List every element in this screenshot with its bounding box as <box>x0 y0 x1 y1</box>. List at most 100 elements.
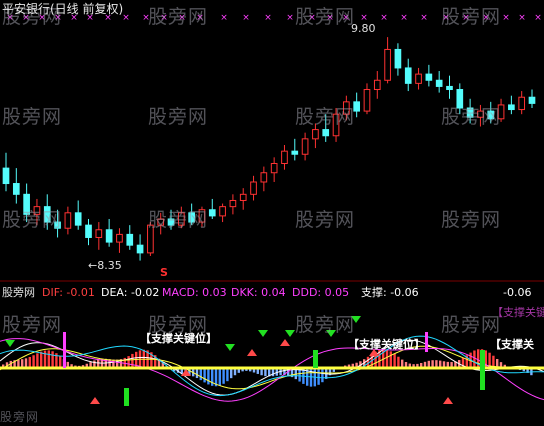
watermark: 股旁网 <box>148 209 209 231</box>
watermark: 股旁网 <box>295 106 356 128</box>
signal-bar <box>124 388 129 406</box>
watermark: 股旁网 <box>441 6 502 28</box>
histogram-bar <box>230 368 233 379</box>
chart-title: 平安银行(日线 前复权) <box>2 2 124 16</box>
candle-body <box>363 89 371 112</box>
candle-body <box>425 73 433 81</box>
support-signal-label: 【支撑关键位】 <box>140 332 217 345</box>
candle-body <box>373 79 381 91</box>
signal-bar <box>313 350 318 368</box>
cross-marker: × <box>242 13 250 23</box>
histogram-bar <box>385 349 389 368</box>
histogram-bar <box>393 353 396 368</box>
histogram-bar <box>51 351 54 368</box>
histogram-bar <box>477 349 480 368</box>
histogram-bar <box>397 356 400 368</box>
watermark: 股旁网 <box>295 209 356 231</box>
support-signal-label: 【支撑关键位】 <box>348 338 425 351</box>
support-label: 支撑: -0.06 <box>361 286 419 299</box>
histogram-bar <box>218 368 221 386</box>
histogram-bar <box>207 368 210 385</box>
watermark: 股旁网 <box>2 209 63 231</box>
candle-body <box>528 96 536 104</box>
candle-body <box>322 129 330 137</box>
candle-body <box>64 212 72 229</box>
watermark: 股旁网 <box>441 106 502 128</box>
histogram-bar <box>203 368 206 383</box>
candle-body <box>239 193 247 201</box>
cross-marker: × <box>220 13 228 23</box>
watermark: 股旁网 <box>441 209 502 231</box>
candle-body <box>136 244 144 254</box>
candle-body <box>508 104 515 111</box>
cross-marker: × <box>420 13 428 23</box>
watermark: 股旁网 <box>295 314 356 336</box>
candle-body <box>518 96 526 111</box>
candle-body <box>435 79 443 87</box>
candle-body <box>281 150 288 164</box>
cross-marker: × <box>518 13 526 23</box>
histogram-bar <box>28 356 31 368</box>
high-price-label: 9.80 <box>351 22 376 35</box>
cross-marker: × <box>502 13 510 23</box>
signal-bar <box>63 332 66 368</box>
support-signal-label-faint: 【支撑关键位 <box>492 306 544 319</box>
histogram-bar <box>47 350 50 368</box>
support-signal-label-partial: 【支撑关 <box>490 338 534 351</box>
low-price-label: ←8.35 <box>88 259 122 272</box>
histogram-bar <box>226 368 229 382</box>
candle-body <box>116 233 123 243</box>
candle-body <box>208 209 216 217</box>
candle-body <box>250 181 257 195</box>
candle-body <box>95 229 103 238</box>
up-arrow-icon <box>280 339 290 346</box>
candle-body <box>219 206 226 217</box>
candle-body <box>85 224 92 238</box>
down-arrow-icon <box>285 330 295 337</box>
signal-bar <box>480 350 485 390</box>
cross-marker: × <box>534 13 542 23</box>
dif-label: DIF: -0.01 <box>42 286 95 299</box>
candle-body <box>446 85 453 91</box>
histogram-bar <box>321 368 324 383</box>
candle-body <box>291 150 299 155</box>
candle-body <box>74 212 82 226</box>
candle-body <box>394 48 402 69</box>
up-arrow-icon <box>443 397 453 404</box>
candle-body <box>301 138 309 155</box>
watermark: 股旁网 <box>2 314 63 336</box>
candle-body <box>384 48 391 81</box>
histogram-bar <box>389 351 392 368</box>
signal-bar <box>425 332 428 352</box>
watermark: 股旁网 <box>148 6 209 28</box>
indicator-name: 股旁网 <box>2 286 35 299</box>
candle-body <box>312 129 319 140</box>
dea-label: DEA: -0.02 <box>101 286 160 299</box>
histogram-bar <box>131 353 134 368</box>
candle-body <box>415 73 422 84</box>
candle-body <box>2 167 10 185</box>
ddd-label: DDD: 0.05 <box>292 286 350 299</box>
histogram-bar <box>59 355 62 368</box>
down-arrow-icon <box>258 330 268 337</box>
candle-body <box>12 183 20 195</box>
cross-marker: × <box>122 13 130 23</box>
candle-body <box>105 229 113 243</box>
dkk-label: DKK: 0.04 <box>231 286 286 299</box>
watermark: 股旁网 <box>2 106 63 128</box>
up-arrow-icon <box>90 397 100 404</box>
histogram-bar <box>36 353 39 368</box>
cross-marker: × <box>380 13 388 23</box>
candle-body <box>126 233 134 246</box>
histogram-bar <box>195 368 199 379</box>
candle-body <box>404 67 412 84</box>
right-value-label: -0.06 <box>503 286 532 299</box>
watermark: 股旁网 <box>295 6 356 28</box>
histogram-bar <box>199 368 202 381</box>
down-arrow-icon <box>225 344 235 351</box>
cross-marker: × <box>264 13 272 23</box>
down-arrow-icon <box>5 340 15 347</box>
histogram-bar <box>473 350 476 368</box>
macd-label: MACD: 0.03 <box>162 286 227 299</box>
histogram-bar <box>127 356 130 368</box>
